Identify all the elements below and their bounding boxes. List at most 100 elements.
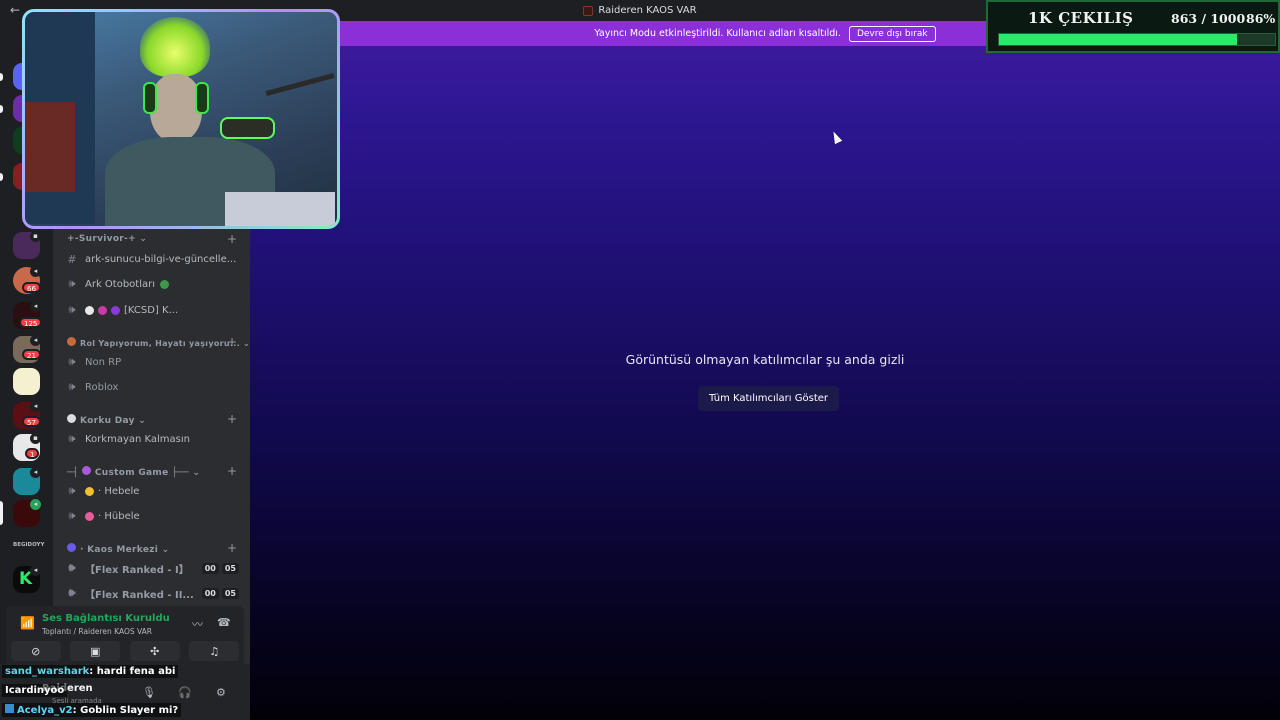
server-label[interactable]: BEGIDOYY <box>13 542 45 548</box>
unread-pill <box>0 73 3 81</box>
user-count: 00 05 <box>201 562 239 574</box>
channel-label: Non RP <box>85 356 122 368</box>
speaker-icon: 🕪 <box>68 484 76 497</box>
category-label: · Kaos Merkezi <box>80 545 159 555</box>
chat-username: Acelya_v2 <box>17 705 73 716</box>
add-channel-icon[interactable]: + <box>227 541 237 555</box>
red-chair <box>25 102 75 192</box>
server-logo-icon <box>583 5 594 16</box>
signal-icon[interactable]: 📶 <box>20 616 35 630</box>
add-channel-icon[interactable]: + <box>227 335 237 349</box>
speaker-icon: ◂ <box>30 335 41 346</box>
pig-emoji-icon <box>85 511 94 521</box>
voice-stage: Görüntüsü olmayan katılımcılar şu anda g… <box>250 46 1280 720</box>
chat-username: Icardinyoo <box>5 685 65 696</box>
count-current: 00 <box>201 562 219 574</box>
screen: ← Raideren KAOS VAR Yayıncı Modu etkinle… <box>0 0 1280 720</box>
show-all-participants-button[interactable]: Tüm Katılımcıları Göster <box>698 386 840 411</box>
speaker-icon: ▪ <box>30 231 41 242</box>
banner-text: Yayıncı Modu etkinleştirildi. Kullanıcı … <box>594 28 841 39</box>
voice-status-subtitle[interactable]: Toplantı / Raideren KAOS VAR <box>42 627 152 636</box>
disconnect-icon[interactable]: ☎ <box>217 616 231 629</box>
hidden-participants-message: Görüntüsü olmayan katılımcılar şu anda g… <box>625 352 905 367</box>
speaker-icon: ◂ <box>30 467 41 478</box>
channel-flex-ranked-2[interactable]: 🕪 【Flex Ranked - II... 00 05 <box>65 582 243 604</box>
devil-emoji-icon <box>98 305 107 315</box>
giveaway-widget: 1K ÇEKILIŞ 863 / 1000 86% <box>986 0 1280 53</box>
giveaway-title: 1K ÇEKILIŞ <box>1028 9 1134 27</box>
disable-streamer-mode-button[interactable]: Devre dışı bırak <box>848 25 936 42</box>
mic-arm <box>265 73 335 96</box>
count-current: 00 <box>201 587 219 599</box>
noise-suppression-icon[interactable]: 〰 <box>192 616 203 632</box>
count-limit: 05 <box>221 562 239 574</box>
chat-text: : hardi fena abi <box>89 666 176 677</box>
channel-hubele[interactable]: 🕪 · Hübele <box>65 505 243 527</box>
chat-badge-icon <box>5 704 14 713</box>
headphone-left <box>143 82 157 114</box>
unread-pill <box>0 173 3 181</box>
category-kaos-merkezi[interactable]: · Kaos Merkezi ⌄ + <box>67 541 237 555</box>
mention-badge: 125 <box>19 317 43 328</box>
channel-korkmayan[interactable]: 🕪 Korkmayan Kalmasın <box>65 428 243 450</box>
microphone-icon[interactable]: 🎙 <box>142 686 156 699</box>
giveaway-count: 863 / 1000 <box>1171 11 1246 26</box>
voice-status-title[interactable]: Ses Bağlantısı Kuruldu <box>42 613 170 624</box>
speaker-icon: 🕪 <box>68 355 76 368</box>
add-channel-icon[interactable]: + <box>227 464 237 478</box>
activities-button[interactable]: ✣ <box>129 641 180 661</box>
server-icon[interactable] <box>13 368 40 395</box>
channel-label: Ark Otobotları <box>85 278 156 290</box>
speaker-icon: 🕪 <box>68 277 76 290</box>
flame-effect <box>140 17 210 77</box>
webcam-overlay <box>22 9 340 229</box>
channel-label: [KCSD] K... <box>124 304 179 316</box>
channel-label: Roblox <box>85 381 119 393</box>
category-korku-day[interactable]: Korku Day ⌄ + <box>67 412 237 426</box>
channel-roblox[interactable]: 🕪 Roblox <box>65 376 243 398</box>
user-count: 00 05 <box>201 587 239 599</box>
speaker-icon: ◂ <box>30 565 41 576</box>
channel-ark-info[interactable]: # ark-sunucu-bilgi-ve-güncelle... <box>65 248 243 270</box>
category-roleplay[interactable]: Rol Yapıyorum, Hayatı yaşıyoru... ⌄ + <box>67 335 250 349</box>
speaker-icon: 🕪 <box>68 509 76 522</box>
category-survivor[interactable]: +-Survivor-+ ⌄ + <box>67 232 237 246</box>
back-arrow-icon[interactable]: ← <box>10 3 20 17</box>
chat-message: Acelya_v2: Goblin Slayer mi? <box>2 703 182 717</box>
channel-ark-bots[interactable]: 🕪 Ark Otobotları <box>65 273 243 295</box>
speaker-icon: 🕪 <box>68 432 76 445</box>
chat-message: sand_warshark: hardi fena abi <box>2 665 179 678</box>
desk <box>225 192 335 226</box>
channel-label: Korkmayan Kalmasın <box>85 433 190 445</box>
chat-message: Icardinyoo <box>2 684 68 697</box>
speaker-icon: ◂ <box>30 266 41 277</box>
dino-emoji-icon <box>160 279 170 289</box>
speaker-icon: ◂ <box>30 301 41 312</box>
headphones-icon[interactable]: 🎧 <box>178 686 192 699</box>
count-limit: 05 <box>221 587 239 599</box>
smile-emoji-icon <box>85 486 94 496</box>
skull-emoji-icon <box>67 414 76 423</box>
soundboard-button[interactable]: ♫ <box>189 641 240 661</box>
voice-action-buttons: ⊘ ▣ ✣ ♫ <box>6 638 244 664</box>
channel-label: · Hebele <box>98 485 140 497</box>
settings-gear-icon[interactable]: ⚙ <box>216 686 226 699</box>
add-channel-icon[interactable]: + <box>227 412 237 426</box>
channel-hebele[interactable]: 🕪 · Hebele <box>65 480 243 502</box>
speaker-icon: 🕪 <box>68 303 76 316</box>
channel-flex-ranked-1[interactable]: 🕪 【Flex Ranked - I】 00 05 <box>65 557 243 579</box>
screen-share-button[interactable]: ▣ <box>70 641 121 661</box>
game-emoji-icon <box>81 466 91 475</box>
channel-non-rp[interactable]: 🕪 Non RP <box>65 351 243 373</box>
category-label: Korku Day <box>80 416 135 426</box>
category-custom-game[interactable]: ─┤ Custom Game ├── ⌄ + <box>67 464 237 478</box>
mention-badge: 21 <box>22 349 41 360</box>
channel-label: 【Flex Ranked - II... <box>85 589 194 601</box>
category-label: Rol Yapıyorum, Hayatı yaşıyoru... <box>80 339 240 348</box>
mention-badge: 57 <box>22 416 41 427</box>
channel-kcsd[interactable]: 🕪 [KCSD] K... <box>65 299 243 321</box>
add-channel-icon[interactable]: + <box>227 232 237 246</box>
camera-off-button[interactable]: ⊘ <box>10 641 61 661</box>
unread-pill <box>0 105 3 113</box>
microphone <box>220 117 275 139</box>
